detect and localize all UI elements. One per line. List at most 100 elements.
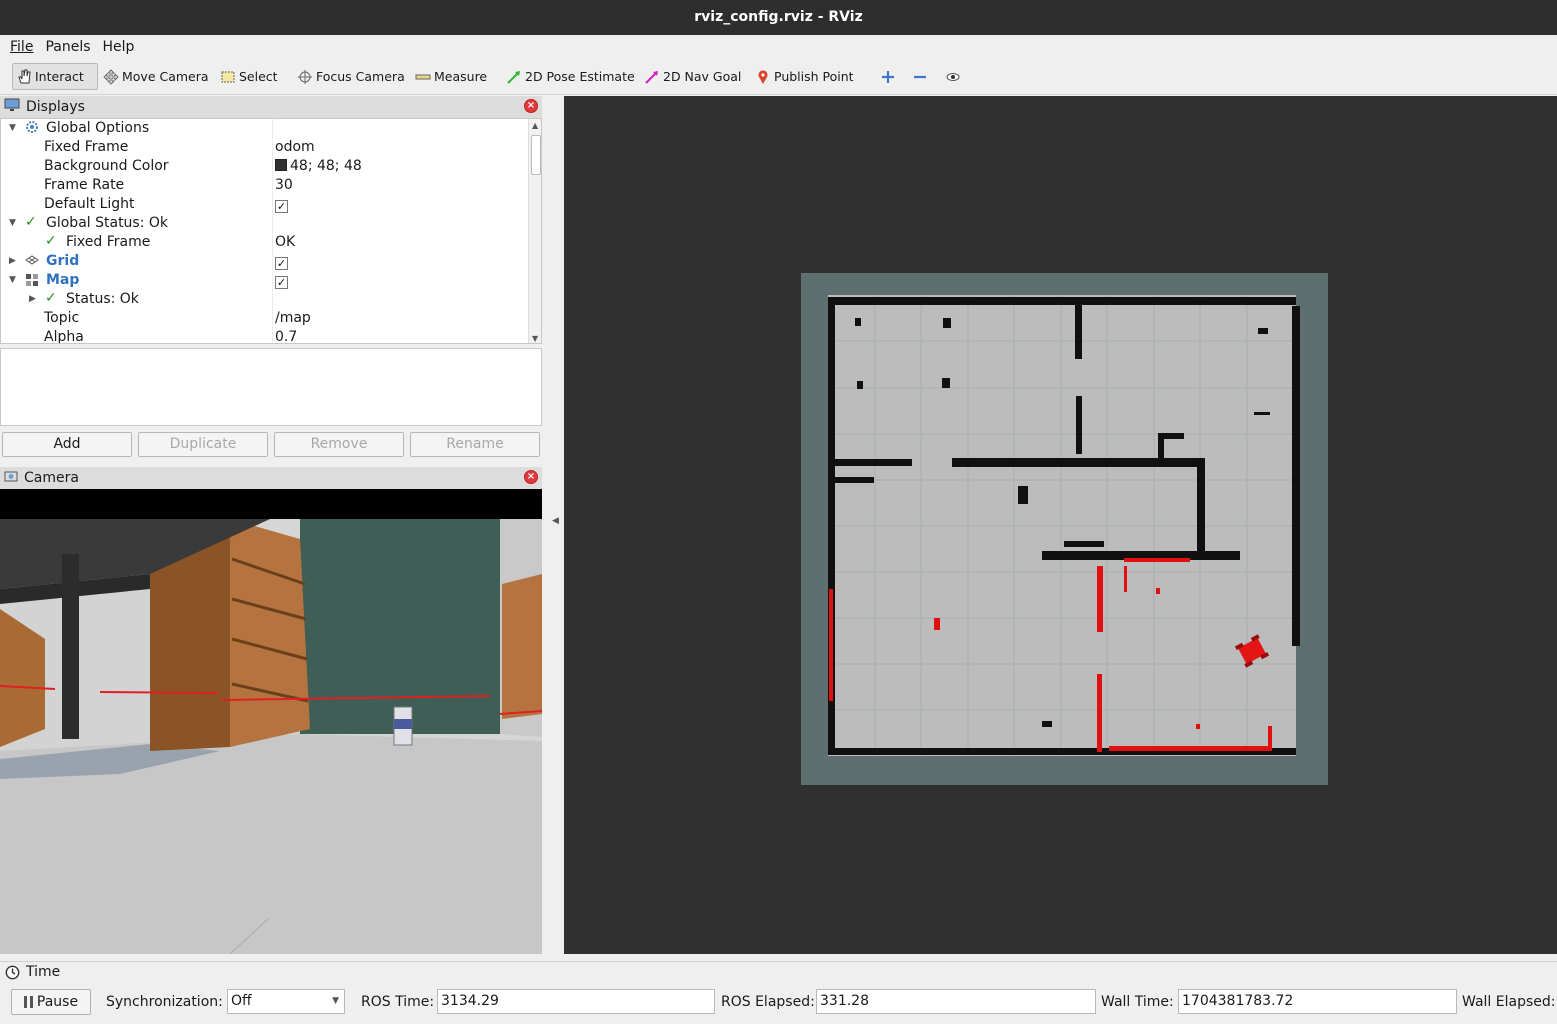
background-color-text: 48; 48; 48	[290, 158, 362, 174]
nav-goal-button[interactable]: 2D Nav Goal	[641, 63, 744, 90]
select-button[interactable]: Select	[217, 63, 281, 90]
view-options-button[interactable]	[942, 63, 964, 90]
sync-dropdown[interactable]: Off ▼	[227, 989, 345, 1014]
displays-title: Displays	[26, 99, 85, 115]
tree-key: Topic	[44, 310, 80, 326]
3d-viewport[interactable]	[564, 96, 1557, 954]
pause-button[interactable]: Pause	[11, 989, 91, 1015]
remove-tool-button[interactable]	[909, 63, 931, 90]
topic-value[interactable]: /map	[275, 310, 311, 326]
tree-row-global-options[interactable]: ▼ Global Options	[1, 119, 528, 138]
menu-help[interactable]: Help	[97, 39, 141, 55]
displays-panel-header: Displays ×	[0, 96, 542, 118]
tree-key: Default Light	[44, 196, 135, 212]
wall-time-label: Wall Time:	[1101, 994, 1174, 1010]
camera-icon	[4, 470, 18, 486]
tree-row-status-fixed-frame[interactable]: ✓ Fixed Frame OK	[1, 233, 528, 252]
publish-point-button[interactable]: Publish Point	[752, 63, 857, 90]
tool-toolbar: Interact Move Camera Select Focus Camera…	[0, 58, 1557, 95]
background-color-value[interactable]: 48; 48; 48	[275, 158, 362, 174]
displays-tree: ▼ Global Options Fixed Frame odom Backgr…	[0, 118, 542, 344]
remove-display-button[interactable]: Remove	[274, 432, 404, 457]
property-description-box	[0, 348, 542, 426]
wall-elapsed-label: Wall Elapsed:	[1462, 994, 1556, 1010]
status-ok-icon: ✓	[45, 233, 57, 249]
minus-icon	[912, 69, 928, 85]
move-camera-label: Move Camera	[122, 69, 209, 84]
status-ok-icon: ✓	[45, 290, 57, 306]
add-tool-button[interactable]	[877, 63, 899, 90]
focus-camera-button[interactable]: Focus Camera	[294, 63, 408, 90]
tree-key: Status: Ok	[66, 291, 139, 307]
ros-elapsed-field[interactable]: 331.28	[816, 989, 1096, 1014]
move-camera-button[interactable]: Move Camera	[100, 63, 212, 90]
tree-row-background-color[interactable]: Background Color 48; 48; 48	[1, 157, 528, 176]
tree-key: Grid	[46, 253, 80, 269]
tree-row-default-light[interactable]: Default Light ✓	[1, 195, 528, 214]
grid-enabled-checkbox[interactable]: ✓	[275, 257, 288, 270]
time-title: Time	[26, 964, 61, 980]
time-panel: Time Pause Synchronization: Off ▼ ROS Ti…	[0, 961, 1557, 1024]
menu-file[interactable]: File	[4, 39, 39, 55]
color-swatch	[275, 159, 287, 171]
rename-display-button[interactable]: Rename	[410, 432, 540, 457]
tree-row-frame-rate[interactable]: Frame Rate 30	[1, 176, 528, 195]
crosshair-icon	[297, 69, 313, 85]
tree-key: Frame Rate	[44, 177, 125, 193]
wall-time-field[interactable]: 1704381783.72	[1178, 989, 1457, 1014]
tree-row-topic[interactable]: Topic /map	[1, 309, 528, 328]
displays-close-icon[interactable]: ×	[524, 99, 538, 113]
tree-row-map-status[interactable]: ▶ ✓ Status: Ok	[1, 290, 528, 309]
pose-estimate-button[interactable]: 2D Pose Estimate	[503, 63, 638, 90]
map-icon	[25, 273, 39, 291]
frame-rate-value[interactable]: 30	[275, 177, 293, 193]
tree-row-global-status[interactable]: ▼ ✓ Global Status: Ok	[1, 214, 528, 233]
menu-bar: File Panels Help	[0, 35, 1557, 58]
tree-row-alpha[interactable]: Alpha 0.7	[1, 328, 528, 344]
map-pin-icon	[755, 69, 771, 85]
measure-button[interactable]: Measure	[412, 63, 490, 90]
window-title: rviz_config.rviz - RViz	[0, 0, 1557, 35]
clock-icon	[5, 965, 20, 984]
gear-icon	[25, 120, 39, 138]
magenta-arrow-icon	[644, 69, 660, 85]
displays-scrollbar[interactable]: ▲ ▼	[528, 119, 541, 343]
tree-key: Fixed Frame	[44, 139, 129, 155]
tree-key: Global Options	[46, 120, 150, 136]
panel-splitter[interactable]: ◀	[548, 96, 562, 954]
pause-icon	[23, 996, 33, 1008]
monitor-icon	[4, 98, 20, 116]
default-light-checkbox[interactable]: ✓	[275, 200, 288, 213]
tree-row-fixed-frame[interactable]: Fixed Frame odom	[1, 138, 528, 157]
duplicate-display-button[interactable]: Duplicate	[138, 432, 268, 457]
menu-panels[interactable]: Panels	[39, 39, 96, 55]
pause-label: Pause	[36, 994, 79, 1010]
tree-row-map[interactable]: ▼ Map ✓	[1, 271, 528, 290]
tree-key: Global Status: Ok	[46, 215, 169, 231]
camera-close-icon[interactable]: ×	[524, 470, 538, 484]
hand-icon	[16, 69, 32, 85]
camera-image-view[interactable]	[0, 489, 542, 954]
tree-key: Fixed Frame	[66, 234, 151, 250]
plus-icon	[880, 69, 896, 85]
fixed-frame-value[interactable]: odom	[275, 139, 315, 155]
publish-point-label: Publish Point	[774, 69, 854, 84]
ruler-icon	[415, 69, 431, 85]
camera-panel-header: Camera ×	[0, 467, 542, 489]
add-display-button[interactable]: Add	[2, 432, 132, 457]
tree-row-grid[interactable]: ▶ Grid ✓	[1, 252, 528, 271]
focus-camera-label: Focus Camera	[316, 69, 405, 84]
interact-tool-button[interactable]: Interact	[12, 63, 98, 90]
tree-key: Map	[46, 272, 80, 288]
map-enabled-checkbox[interactable]: ✓	[275, 276, 288, 289]
camera-title: Camera	[24, 470, 79, 486]
move-arrows-icon	[103, 68, 119, 85]
alpha-value[interactable]: 0.7	[275, 329, 297, 343]
eye-icon	[945, 69, 961, 85]
select-box-icon	[220, 69, 236, 85]
interact-label: Interact	[35, 69, 84, 84]
scrollbar-thumb[interactable]	[531, 135, 541, 175]
ros-elapsed-label: ROS Elapsed:	[721, 994, 815, 1010]
tree-key: Alpha	[44, 329, 84, 344]
ros-time-field[interactable]: 3134.29	[437, 989, 715, 1014]
